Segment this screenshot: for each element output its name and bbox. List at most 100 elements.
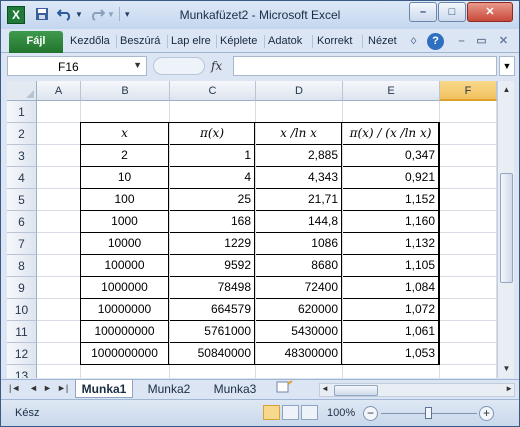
prev-sheet-icon[interactable]: ◄ [29,383,38,393]
column-header-f[interactable]: F [440,81,497,101]
help-icon[interactable]: ? [427,33,444,50]
table-cell[interactable]: 620000 [256,299,342,321]
close-button[interactable]: ✕ [467,2,513,22]
spreadsheet-grid[interactable]: A B C D E F 1 2 3 4 5 6 7 8 9 10 11 12 13 x π(x) x /ln … [7,81,497,378]
grid-cell[interactable] [37,167,81,189]
table-cell[interactable]: 1,072 [343,299,439,321]
zoom-slider-thumb[interactable] [425,407,432,419]
grid-cell[interactable] [37,189,81,211]
name-box[interactable]: F16 ▼ [7,56,147,76]
grid-cell[interactable] [440,365,497,378]
grid-cell[interactable] [440,277,497,299]
ribbon-close-icon[interactable]: ✕ [495,33,512,50]
column-header-a[interactable]: A [37,81,81,101]
normal-view-icon[interactable] [263,405,280,420]
next-sheet-icon[interactable]: ► [43,383,52,393]
table-header-cell[interactable]: x [81,123,169,145]
maximize-button[interactable]: □ [438,2,466,22]
table-cell[interactable]: 9592 [170,255,255,277]
table-cell[interactable]: 10000 [81,233,169,255]
row-header[interactable]: 13 [7,365,37,378]
table-cell[interactable]: 1 [170,145,255,167]
grid-cell[interactable] [440,101,497,123]
page-break-view-icon[interactable] [301,405,318,420]
table-cell[interactable]: 5761000 [170,321,255,343]
grid-cell[interactable] [440,211,497,233]
grid-cell[interactable] [440,145,497,167]
vertical-scrollbar[interactable]: ▲ ▼ [497,81,514,378]
grid-cell[interactable] [256,365,343,378]
grid-cell[interactable] [81,101,170,123]
scroll-down-icon[interactable]: ▼ [499,361,514,376]
table-cell[interactable]: 5430000 [256,321,342,343]
grid-cell[interactable] [37,277,81,299]
grid-cell[interactable] [37,255,81,277]
row-header[interactable]: 7 [7,233,37,255]
grid-cell[interactable] [81,365,170,378]
grid-cell[interactable] [37,365,81,378]
tab-review[interactable]: Korrekt [317,35,352,47]
table-cell[interactable]: 72400 [256,277,342,299]
grid-cell[interactable] [440,343,497,365]
zoom-in-button[interactable]: + [479,406,494,421]
grid-cell[interactable] [440,167,497,189]
scroll-right-icon[interactable]: ► [505,384,513,393]
grid-cell[interactable] [37,299,81,321]
table-cell[interactable]: 1,084 [343,277,439,299]
column-header-e[interactable]: E [343,81,440,101]
table-cell[interactable]: 168 [170,211,255,233]
row-header[interactable]: 12 [7,343,37,365]
tab-data[interactable]: Adatok [268,35,302,47]
table-cell[interactable]: 1,132 [343,233,439,255]
grid-cell[interactable] [37,233,81,255]
table-header-cell[interactable]: π(x) [170,123,255,145]
table-cell[interactable]: 1,160 [343,211,439,233]
table-cell[interactable]: 50840000 [170,343,255,365]
grid-cell[interactable] [440,299,497,321]
table-cell[interactable]: 1,152 [343,189,439,211]
column-header-c[interactable]: C [170,81,256,101]
row-header[interactable]: 6 [7,211,37,233]
ribbon-minimize-icon[interactable]: – [453,33,470,50]
table-cell[interactable]: 10 [81,167,169,189]
table-cell[interactable]: 100000000 [81,321,169,343]
table-cell[interactable]: 1000000000 [81,343,169,365]
formula-input[interactable] [233,56,497,76]
table-cell[interactable]: 8680 [256,255,342,277]
table-cell[interactable]: 48300000 [256,343,342,365]
row-header[interactable]: 5 [7,189,37,211]
table-cell[interactable]: 1086 [256,233,342,255]
table-cell[interactable]: 25 [170,189,255,211]
grid-cell[interactable] [170,101,256,123]
insert-sheet-icon[interactable] [271,380,297,398]
grid-cell[interactable] [440,255,497,277]
table-cell[interactable]: 4,343 [256,167,342,189]
grid-cell[interactable] [343,365,440,378]
last-sheet-icon[interactable]: ►| [57,383,68,393]
table-cell[interactable]: 2 [81,145,169,167]
table-cell[interactable]: 21,71 [256,189,342,211]
grid-cell[interactable] [37,321,81,343]
sheet-tab-munka3[interactable]: Munka3 [205,380,265,398]
chevron-down-icon[interactable]: ▼ [133,60,142,70]
tab-insert[interactable]: Beszúrá [120,35,160,47]
tab-home[interactable]: Kezdőla [70,35,110,47]
row-header[interactable]: 10 [7,299,37,321]
table-cell[interactable]: 664579 [170,299,255,321]
sheet-tab-munka2[interactable]: Munka2 [139,380,199,398]
row-header[interactable]: 9 [7,277,37,299]
table-cell[interactable]: 1,105 [343,255,439,277]
horizontal-scrollbar[interactable]: ◄ ► [319,383,515,397]
table-cell[interactable]: 144,8 [256,211,342,233]
column-header-d[interactable]: D [256,81,343,101]
column-header-b[interactable]: B [81,81,170,101]
row-header[interactable]: 2 [7,123,37,145]
expand-formula-bar-icon[interactable]: ▼ [499,56,515,76]
tab-file[interactable]: Fájl [9,31,63,53]
table-cell[interactable]: 1000000 [81,277,169,299]
table-cell[interactable]: 100 [81,189,169,211]
table-header-cell[interactable]: π(x) / (x /ln x) [343,123,439,145]
insert-function-icon[interactable]: fx [211,59,222,73]
tab-formulas[interactable]: Képlete [220,35,257,47]
table-cell[interactable]: 0,921 [343,167,439,189]
